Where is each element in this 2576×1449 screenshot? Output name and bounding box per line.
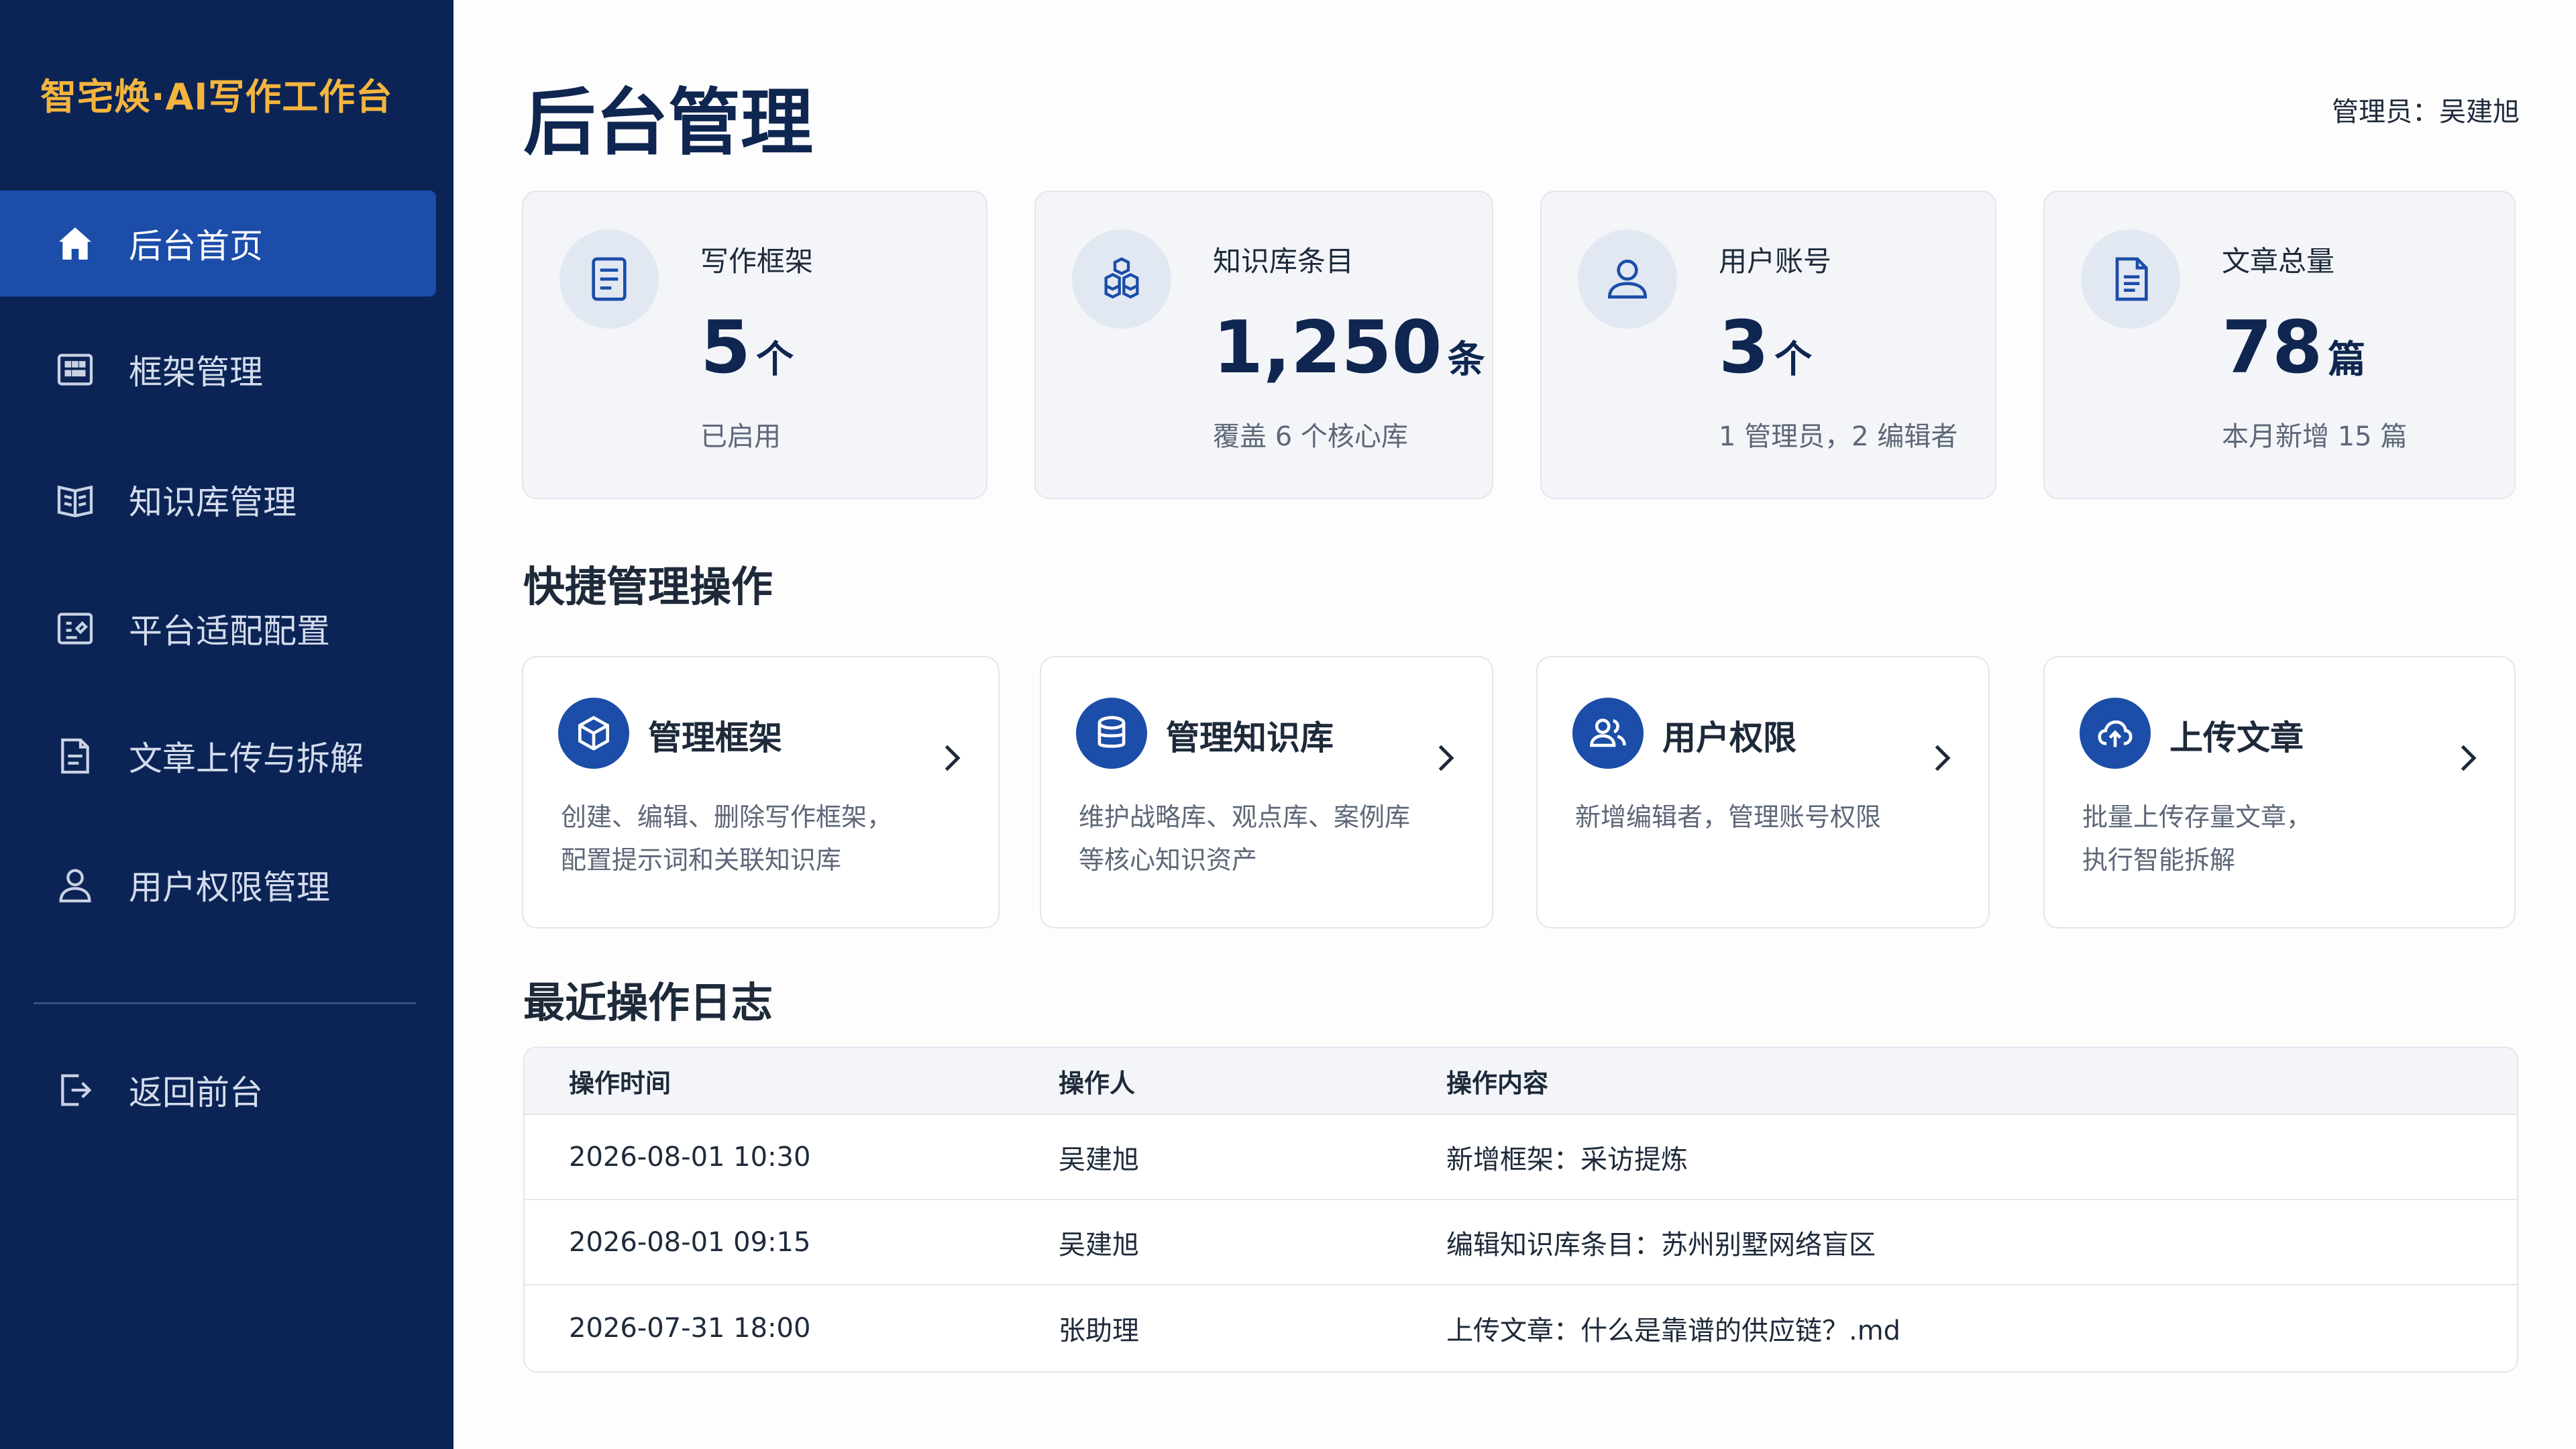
column-header-content: 操作内容 (1446, 1068, 1549, 1098)
stat-value: 3个 (1719, 306, 1813, 390)
sidebar-divider (34, 1002, 416, 1004)
table-row: 2026-08-01 10:30 吴建旭 新增框架：采访提炼 (525, 1115, 2517, 1200)
stat-label: 文章总量 (2222, 245, 2335, 278)
sidebar-item-label: 后台首页 (129, 227, 263, 266)
quick-actions-title: 快捷管理操作 (523, 562, 773, 611)
quick-card-frameworks[interactable]: 管理框架 创建、编辑、删除写作框架， 配置提示词和关联知识库 (522, 656, 1000, 928)
stat-value: 5个 (700, 306, 794, 390)
chevron-right-icon (931, 738, 971, 778)
stat-label: 写作框架 (700, 245, 814, 278)
quick-card-desc: 创建、编辑、删除写作框架， 配置提示词和关联知识库 (561, 802, 893, 875)
stat-sub: 1 管理员，2 编辑者 (1719, 421, 1958, 452)
stat-sub: 覆盖 6 个核心库 (1213, 421, 1408, 452)
user-icon (54, 863, 97, 906)
file-text-icon (2081, 229, 2180, 329)
stat-label: 知识库条目 (1213, 245, 1354, 278)
table-row: 2026-08-01 09:15 吴建旭 编辑知识库条目：苏州别墅网络盲区 (525, 1200, 2517, 1285)
log-user: 张助理 (1059, 1315, 1139, 1346)
quick-card-title: 上传文章 (2169, 718, 2304, 757)
log-content: 上传文章：什么是靠谱的供应链？.md (1446, 1315, 1901, 1346)
sidebar-item-dashboard[interactable]: 后台首页 (0, 191, 436, 297)
document-list-icon (559, 229, 659, 329)
brand-title: 智宅焕·AI写作工作台 (40, 76, 393, 118)
config-icon (54, 607, 97, 650)
quick-card-desc: 批量上传存量文章， 执行智能拆解 (2082, 802, 2312, 875)
column-header-user: 操作人 (1059, 1068, 1136, 1098)
log-user: 吴建旭 (1059, 1229, 1139, 1260)
quick-card-knowledge[interactable]: 管理知识库 维护战略库、观点库、案例库 等核心知识资产 (1040, 656, 1493, 928)
sidebar-item-frameworks[interactable]: 框架管理 (0, 317, 436, 423)
cubes-icon (1072, 229, 1171, 329)
page-title: 后台管理 (523, 81, 814, 165)
quick-card-title: 用户权限 (1662, 718, 1796, 757)
sidebar-item-articles[interactable]: 文章上传与拆解 (0, 703, 436, 809)
sidebar-item-label: 文章上传与拆解 (129, 739, 364, 778)
quick-card-title: 管理框架 (648, 718, 782, 757)
log-user: 吴建旭 (1059, 1144, 1139, 1175)
document-icon (54, 735, 97, 777)
users-icon (1572, 698, 1644, 769)
log-time: 2026-08-01 09:15 (569, 1226, 811, 1258)
stat-value: 1,250 条 (1213, 306, 1485, 390)
book-icon (54, 478, 97, 521)
admin-label: 管理员：吴建旭 (2332, 97, 2520, 127)
quick-card-users[interactable]: 用户权限 新增编辑者，管理账号权限 (1536, 656, 1990, 928)
logout-icon (54, 1069, 97, 1112)
sidebar-item-users[interactable]: 用户权限管理 (0, 832, 436, 938)
log-table: 操作时间 操作人 操作内容 2026-08-01 10:30 吴建旭 新增框架：… (523, 1046, 2518, 1373)
sidebar-item-label: 返回前台 (129, 1073, 263, 1112)
grid-icon (54, 348, 97, 391)
quick-card-desc: 维护战略库、观点库、案例库 等核心知识资产 (1079, 802, 1411, 875)
sidebar-item-back[interactable]: 返回前台 (0, 1037, 436, 1143)
logs-title: 最近操作日志 (523, 978, 773, 1027)
stat-sub: 本月新增 15 篇 (2222, 421, 2408, 452)
chevron-right-icon (1921, 738, 1962, 778)
stat-value: 78 篇 (2222, 306, 2366, 390)
stat-sub: 已启用 (700, 421, 781, 452)
sidebar-item-label: 平台适配配置 (129, 612, 330, 651)
user-icon (1578, 229, 1677, 329)
chevron-right-icon (1425, 738, 1465, 778)
stat-card-users: 用户账号 3个 1 管理员，2 编辑者 (1540, 191, 1996, 499)
sidebar-item-platform[interactable]: 平台适配配置 (0, 576, 436, 682)
sidebar-item-label: 用户权限管理 (129, 868, 330, 907)
home-icon (54, 222, 97, 265)
chevron-right-icon (2447, 738, 2487, 778)
table-header: 操作时间 操作人 操作内容 (525, 1048, 2517, 1115)
cloud-upload-icon (2080, 698, 2151, 769)
log-time: 2026-07-31 18:00 (569, 1312, 811, 1344)
database-icon (1076, 698, 1147, 769)
box-icon (558, 698, 629, 769)
table-row: 2026-07-31 18:00 张助理 上传文章：什么是靠谱的供应链？.md (525, 1285, 2517, 1371)
quick-card-title: 管理知识库 (1166, 718, 1334, 757)
stat-card-knowledge: 知识库条目 1,250 条 覆盖 6 个核心库 (1034, 191, 1493, 499)
quick-card-upload[interactable]: 上传文章 批量上传存量文章， 执行智能拆解 (2043, 656, 2516, 928)
log-content: 新增框架：采访提炼 (1446, 1144, 1688, 1175)
column-header-time: 操作时间 (569, 1068, 672, 1098)
stat-card-articles: 文章总量 78 篇 本月新增 15 篇 (2043, 191, 2516, 499)
sidebar-item-label: 知识库管理 (129, 483, 297, 522)
stat-card-frameworks: 写作框架 5个 已启用 (522, 191, 987, 499)
stat-label: 用户账号 (1719, 245, 1832, 278)
quick-card-desc: 新增编辑者，管理账号权限 (1575, 802, 1882, 832)
sidebar-item-knowledge[interactable]: 知识库管理 (0, 447, 436, 553)
log-time: 2026-08-01 10:30 (569, 1141, 811, 1173)
log-content: 编辑知识库条目：苏州别墅网络盲区 (1446, 1229, 1876, 1260)
sidebar-item-label: 框架管理 (129, 353, 263, 392)
sidebar: 智宅焕·AI写作工作台 后台首页 框架管理 知识库管理 平台适配配置 文章上传与… (0, 0, 453, 1449)
